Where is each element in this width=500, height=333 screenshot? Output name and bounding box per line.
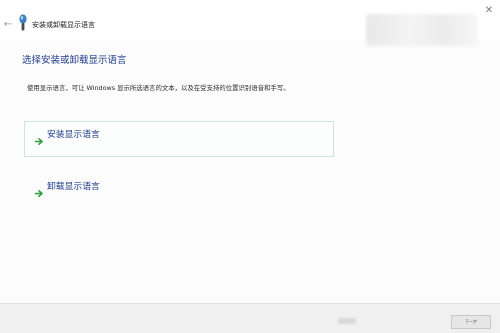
uninstall-display-language-option[interactable]: 卸载显示语言 — [24, 170, 334, 206]
dialog-window: ← 安装或卸载显示语言 ✕ 选择安装或卸载显示语言 使用显示语言，可让 Wind… — [0, 0, 500, 333]
back-arrow-icon: ← — [3, 19, 13, 30]
uninstall-display-language-label: 卸载显示语言 — [47, 182, 100, 192]
close-button[interactable]: ✕ — [484, 6, 494, 16]
language-icon — [18, 14, 28, 32]
green-arrow-icon — [34, 183, 44, 197]
blurred-region — [338, 318, 356, 324]
close-icon: ✕ — [484, 5, 494, 16]
title-bar: ← 安装或卸载显示语言 ✕ — [0, 0, 500, 46]
page-heading: 选择安装或卸载显示语言 — [22, 55, 127, 66]
page-description: 使用显示语言，可让 Windows 显示所选语言的文本，以及在受支持的位置识别语… — [27, 84, 290, 92]
footer-bar: 下一步 — [0, 303, 500, 333]
next-button[interactable]: 下一步 — [451, 315, 491, 329]
back-button[interactable]: ← — [3, 20, 13, 30]
window-title: 安装或卸载显示语言 — [32, 21, 95, 29]
install-display-language-option[interactable]: 安装显示语言 — [24, 121, 334, 157]
green-arrow-icon — [34, 131, 44, 145]
blurred-region — [366, 14, 478, 46]
install-display-language-label: 安装显示语言 — [47, 130, 100, 140]
